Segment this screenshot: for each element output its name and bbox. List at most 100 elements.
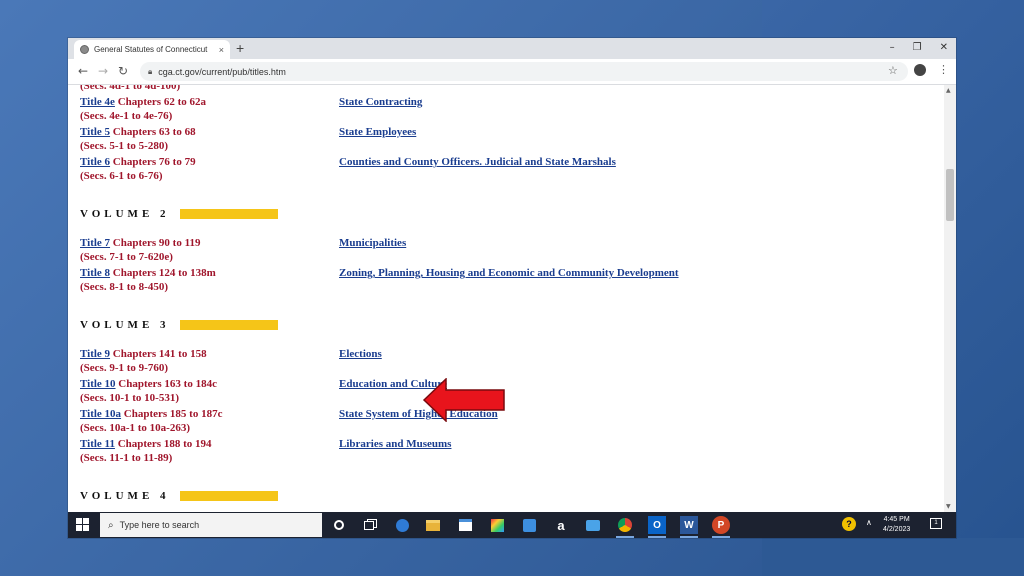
chapters-text: Chapters 141 to 158 [110, 348, 207, 360]
notification-center-icon[interactable]: 1 [930, 518, 942, 529]
chapters-text: Chapters 62 to 62a [114, 96, 206, 108]
running-app-indicator [712, 536, 730, 538]
system-clock[interactable]: 4:45 PM 4/2/2023 [883, 515, 910, 535]
partial-secs-text: (Secs. 4d-1 to 4d-100) [80, 85, 181, 92]
volume-bar [179, 491, 278, 501]
photos-icon[interactable] [488, 516, 506, 534]
tab-bar: General Statutes of Connecticut × + – ❐ … [68, 38, 956, 59]
subject-link[interactable]: State Contracting [339, 95, 422, 109]
volume-label: VOLUME 2 [80, 208, 170, 220]
secs-text: (Secs. 10-1 to 10-531) [80, 392, 179, 404]
store-icon[interactable] [456, 516, 474, 534]
volume-label: VOLUME 3 [80, 319, 170, 331]
title-link[interactable]: Title 10 [80, 378, 116, 390]
chapters-text: Chapters 163 to 184c [115, 378, 217, 390]
subject-link[interactable]: Counties and County Officers. Judicial a… [339, 155, 616, 169]
title-link[interactable]: Title 9 [80, 348, 110, 360]
kebab-menu-icon[interactable]: ⋮ [938, 63, 949, 76]
scroll-down-arrow-icon[interactable]: ▼ [946, 503, 951, 510]
vertical-scrollbar[interactable]: ▲ ▼ [944, 85, 956, 512]
forward-arrow-icon[interactable]: → [98, 63, 108, 79]
clock-time: 4:45 PM [883, 516, 910, 523]
volume-bar [179, 209, 278, 219]
secs-text: (Secs. 4e-1 to 4e-76) [80, 110, 173, 122]
browser-window: General Statutes of Connecticut × + – ❐ … [68, 38, 956, 538]
title-row: Title 9 Chapters 141 to 158 (Secs. 9-1 t… [80, 347, 207, 375]
tray-chevron-up-icon[interactable]: ∧ [866, 518, 872, 527]
profile-avatar-icon[interactable] [914, 64, 926, 76]
secs-text: (Secs. 10a-1 to 10a-263) [80, 422, 190, 434]
volume-heading: VOLUME 3 [80, 319, 278, 331]
outlook-icon[interactable]: O [648, 516, 666, 534]
title-row: Title 8 Chapters 124 to 138m (Secs. 8-1 … [80, 266, 216, 294]
title-link[interactable]: Title 10a [80, 408, 121, 420]
title-row: Title 11 Chapters 188 to 194 (Secs. 11-1… [80, 437, 212, 465]
desktop-background-right-lower [762, 538, 1024, 576]
title-row: Title 10 Chapters 163 to 184c (Secs. 10-… [80, 377, 217, 405]
active-app-indicator [616, 536, 634, 538]
dropbox-icon[interactable] [520, 516, 538, 534]
running-app-indicator [648, 536, 666, 538]
chrome-icon[interactable] [616, 516, 634, 534]
tab-title: General Statutes of Connecticut [94, 45, 208, 54]
new-tab-button[interactable]: + [236, 40, 244, 57]
chapters-text: Chapters 188 to 194 [114, 438, 212, 450]
subject-link[interactable]: Libraries and Museums [339, 437, 451, 451]
file-explorer-icon[interactable] [424, 516, 442, 534]
volume-label: VOLUME 4 [80, 490, 170, 502]
title-row: Title 10a Chapters 185 to 187c (Secs. 10… [80, 407, 222, 435]
red-pointer-arrow-icon [422, 378, 505, 422]
back-arrow-icon[interactable]: ← [78, 63, 88, 79]
secs-text: (Secs. 7-1 to 7-620e) [80, 251, 173, 263]
edge-icon[interactable] [393, 516, 411, 534]
subject-link-elections[interactable]: Elections [339, 347, 382, 361]
restore-button[interactable]: ❐ [913, 38, 922, 57]
reload-icon[interactable]: ↻ [118, 63, 128, 79]
subject-link[interactable]: Municipalities [339, 236, 406, 250]
secs-text: (Secs. 6-1 to 6-76) [80, 170, 163, 182]
title-link[interactable]: Title 6 [80, 156, 110, 168]
task-view-icon[interactable] [360, 516, 378, 534]
taskbar-search-box[interactable]: ⌕ Type here to search [100, 513, 322, 537]
help-icon[interactable]: ? [842, 517, 856, 531]
secs-text: (Secs. 5-1 to 5-280) [80, 140, 168, 152]
scroll-thumb[interactable] [946, 169, 954, 221]
title-link[interactable]: Title 5 [80, 126, 110, 138]
onedrive-icon[interactable] [584, 516, 602, 534]
bookmark-star-icon[interactable]: ☆ [888, 64, 898, 77]
browser-toolbar: ← → ↻ 🔒︎ cga.ct.gov/current/pub/titles.h… [68, 59, 956, 85]
running-app-indicator [680, 536, 698, 538]
cortana-icon[interactable] [330, 516, 348, 534]
word-icon[interactable]: W [680, 516, 698, 534]
search-icon: ⌕ [108, 519, 114, 531]
lock-icon: 🔒︎ [148, 66, 153, 76]
title-link[interactable]: Title 7 [80, 237, 110, 249]
minimize-button[interactable]: – [890, 38, 895, 57]
title-link[interactable]: Title 8 [80, 267, 110, 279]
subject-link[interactable]: State Employees [339, 125, 416, 139]
scroll-up-arrow-icon[interactable]: ▲ [946, 87, 951, 94]
title-link[interactable]: Title 4e [80, 96, 115, 108]
url-text: cga.ct.gov/current/pub/titles.htm [158, 66, 286, 77]
chapters-text: Chapters 185 to 187c [121, 408, 223, 420]
chapters-text: Chapters 90 to 119 [110, 237, 201, 249]
search-placeholder: Type here to search [119, 520, 200, 530]
close-window-button[interactable]: ✕ [940, 38, 948, 57]
address-bar[interactable]: 🔒︎ cga.ct.gov/current/pub/titles.htm [140, 62, 908, 81]
title-row: Title 4e Chapters 62 to 62a (Secs. 4e-1 … [80, 95, 206, 123]
windows-taskbar: ⌕ Type here to search a O W P ? ∧ 4:45 P… [68, 512, 956, 538]
volume-heading: VOLUME 2 [80, 208, 278, 220]
chapters-text: Chapters 124 to 138m [110, 267, 216, 279]
subject-link[interactable]: Zoning, Planning, Housing and Economic a… [339, 266, 679, 280]
window-controls: – ❐ ✕ [890, 38, 948, 57]
tab-close-icon[interactable]: × [219, 45, 224, 55]
volume-heading: VOLUME 4 [80, 490, 278, 502]
chapters-text: Chapters 76 to 79 [110, 156, 196, 168]
windows-start-icon[interactable] [76, 518, 90, 532]
title-row: Title 7 Chapters 90 to 119 (Secs. 7-1 to… [80, 236, 201, 264]
browser-tab[interactable]: General Statutes of Connecticut × [74, 40, 230, 59]
powerpoint-icon[interactable]: P [712, 516, 730, 534]
secs-text: (Secs. 11-1 to 11-89) [80, 452, 173, 464]
title-link[interactable]: Title 11 [80, 438, 115, 450]
amazon-icon[interactable]: a [552, 516, 570, 534]
